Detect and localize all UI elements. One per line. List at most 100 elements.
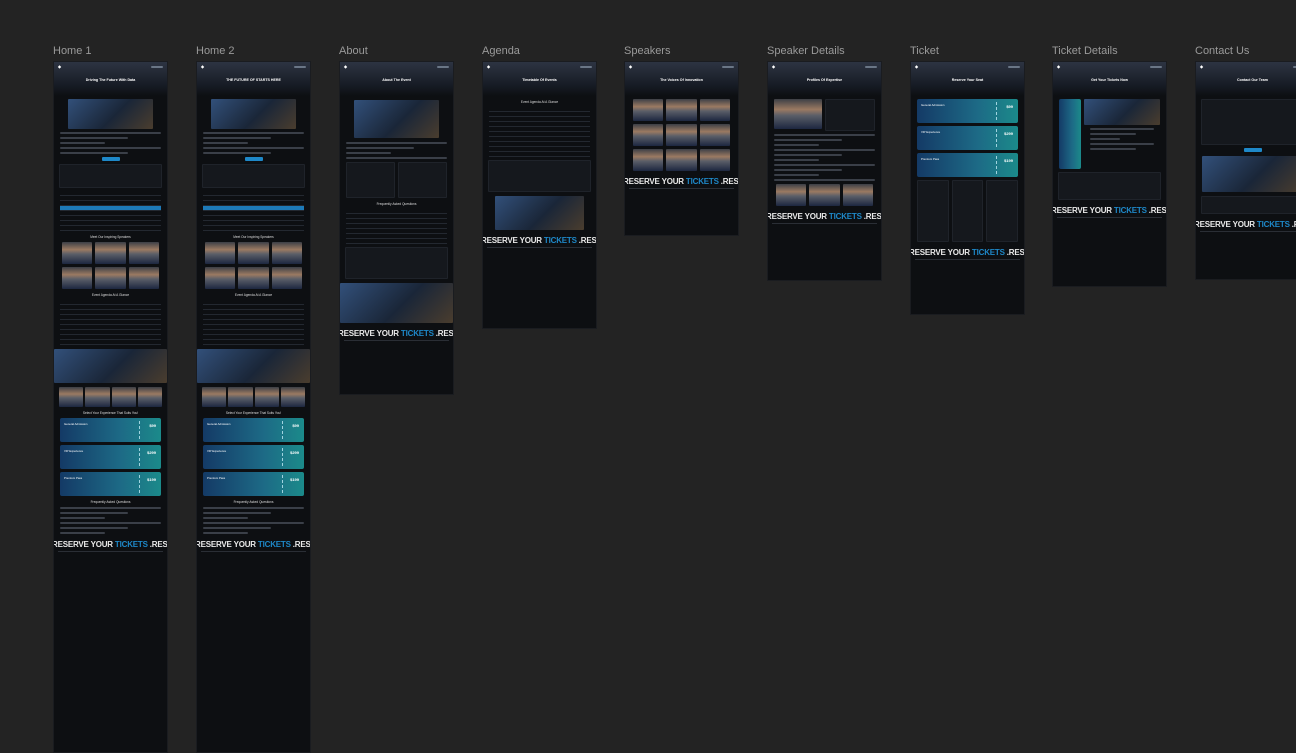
speaker-photo[interactable]	[633, 149, 664, 171]
hero-title: About The Event	[382, 78, 411, 82]
frame-home-2[interactable]: ◆ THE FUTURE OF STARTS HERE Meet Our Inspi…	[196, 61, 311, 753]
ticket-card[interactable]: VIP Experience $299	[60, 445, 161, 469]
reserve-banner: RESERVE YOUR TICKETS .RES	[1053, 206, 1166, 215]
agenda-row[interactable]	[489, 152, 590, 157]
ticket-card[interactable]: General Admission $99	[60, 418, 161, 442]
hero-banner: ◆ About The Event	[340, 62, 453, 96]
agenda-table	[203, 191, 304, 231]
hero-title: THE FUTURE OF STARTS HERE	[226, 78, 281, 82]
speaker-photo[interactable]	[205, 267, 236, 289]
office-image	[1202, 156, 1296, 192]
section-title: Select Your Experience That Suits You!	[82, 411, 139, 415]
speaker-photo[interactable]	[228, 387, 253, 407]
menu-icon[interactable]	[1008, 65, 1020, 68]
ticket-card[interactable]: VIP Experience $299	[203, 445, 304, 469]
frame-label[interactable]: Home 1	[53, 45, 92, 57]
menu-icon[interactable]	[1150, 65, 1162, 68]
agenda-row[interactable]	[60, 340, 161, 345]
text-placeholder	[346, 157, 447, 159]
reserve-highlight: TICKETS	[114, 540, 148, 549]
speaker-photo[interactable]	[254, 387, 279, 407]
menu-icon[interactable]	[437, 65, 449, 68]
ticket-price: $299	[147, 450, 156, 455]
reserve-banner: RESERVE YOUR TICKETS .RES	[340, 329, 453, 338]
frame-label[interactable]: Contact Us	[1195, 45, 1249, 57]
menu-icon[interactable]	[722, 65, 734, 68]
speaker-photo[interactable]	[699, 124, 730, 146]
speaker-photo[interactable]	[666, 99, 697, 121]
speaker-photo[interactable]	[238, 267, 269, 289]
speaker-photo[interactable]	[809, 184, 840, 206]
ticket-card[interactable]: VIP Experience $299	[917, 126, 1018, 150]
frame-ticket-details[interactable]: ◆ Get Your Tickets Now RESERVE YOUR TICKET…	[1052, 61, 1167, 287]
section-title: Frequently Asked Questions	[233, 500, 274, 504]
text-placeholder	[203, 137, 271, 139]
agenda-row[interactable]	[203, 340, 304, 345]
frame-label[interactable]: Ticket Details	[1052, 45, 1118, 57]
frame-label[interactable]: Agenda	[482, 45, 520, 57]
cta-button[interactable]	[244, 157, 263, 161]
speaker-photo[interactable]	[633, 99, 664, 121]
speaker-photo[interactable]	[95, 242, 126, 264]
ticket-card[interactable]: General Admission $99	[203, 418, 304, 442]
frame-label[interactable]: Home 2	[196, 45, 235, 57]
frame-speakers[interactable]: ◆ The Voices Of Innovation RESERVE YOUR TI…	[624, 61, 739, 236]
ticket-card[interactable]: Premium Pass $199	[203, 472, 304, 496]
cta-button[interactable]	[101, 157, 120, 161]
speaker-photo[interactable]	[128, 267, 159, 289]
ticket-card[interactable]: Premium Pass $199	[60, 472, 161, 496]
speaker-photo[interactable]	[842, 184, 873, 206]
speaker-photo[interactable]	[271, 267, 302, 289]
text-placeholder	[774, 179, 875, 181]
frame-about[interactable]: ◆ About The Event Frequently Asked Questio…	[339, 61, 454, 395]
frame-label[interactable]: Speaker Details	[767, 45, 845, 57]
speaker-photo[interactable]	[271, 242, 302, 264]
speaker-photo[interactable]	[137, 387, 162, 407]
speaker-photo[interactable]	[666, 149, 697, 171]
menu-icon[interactable]	[865, 65, 877, 68]
frame-label[interactable]: About	[339, 45, 368, 57]
stats-block	[59, 164, 162, 188]
hero-title: The Voices Of Innovation	[660, 78, 703, 82]
frame-label[interactable]: Ticket	[910, 45, 939, 57]
speaker-grid	[59, 387, 162, 407]
speaker-photo[interactable]	[280, 387, 305, 407]
menu-icon[interactable]	[294, 65, 306, 68]
agenda-row[interactable]	[60, 226, 161, 231]
text-placeholder	[203, 147, 304, 149]
speaker-photo[interactable]	[85, 387, 110, 407]
speaker-photo[interactable]	[776, 184, 807, 206]
speaker-photo[interactable]	[62, 242, 93, 264]
speaker-photo[interactable]	[699, 99, 730, 121]
speaker-photo[interactable]	[111, 387, 136, 407]
pricing-table	[1058, 172, 1161, 200]
frame-contact-us[interactable]: ◆ Contact Our Team RESERVE YOUR TICKETS .R…	[1195, 61, 1296, 280]
menu-icon[interactable]	[580, 65, 592, 68]
speaker-photo[interactable]	[666, 124, 697, 146]
speaker-photo[interactable]	[205, 242, 236, 264]
ticket-name: Premium Pass	[921, 157, 940, 161]
speaker-photo[interactable]	[62, 267, 93, 289]
speaker-photo[interactable]	[202, 387, 227, 407]
speaker-photo[interactable]	[59, 387, 84, 407]
frame-label[interactable]: Speakers	[624, 45, 670, 57]
frame-agenda[interactable]: ◆ Timetable Of Events Event Agenda At A Gl…	[482, 61, 597, 329]
text-placeholder	[774, 149, 875, 151]
menu-icon[interactable]	[151, 65, 163, 68]
frame-speaker-details[interactable]: ◆ Profiles Of Expertise RESERVE YOUR TICKE…	[767, 61, 882, 281]
frame-home-1[interactable]: ◆ Driving The Future With Data Meet Our In…	[53, 61, 168, 753]
speaker-photo[interactable]	[238, 242, 269, 264]
ticket-card[interactable]: General Admission $99	[917, 99, 1018, 123]
speaker-photo[interactable]	[633, 124, 664, 146]
speaker-photo[interactable]	[95, 267, 126, 289]
agenda-row[interactable]	[346, 239, 447, 244]
frame-ticket[interactable]: ◆ Reserve Your Seat General Admission $99 VI…	[910, 61, 1025, 315]
speaker-photo[interactable]	[699, 149, 730, 171]
cta-image	[340, 283, 453, 323]
ticket-price: $199	[1004, 158, 1013, 163]
text-placeholder	[774, 154, 842, 156]
ticket-card[interactable]: Premium Pass $199	[917, 153, 1018, 177]
agenda-row[interactable]	[203, 226, 304, 231]
speaker-photo[interactable]	[128, 242, 159, 264]
submit-button[interactable]	[1243, 148, 1262, 152]
